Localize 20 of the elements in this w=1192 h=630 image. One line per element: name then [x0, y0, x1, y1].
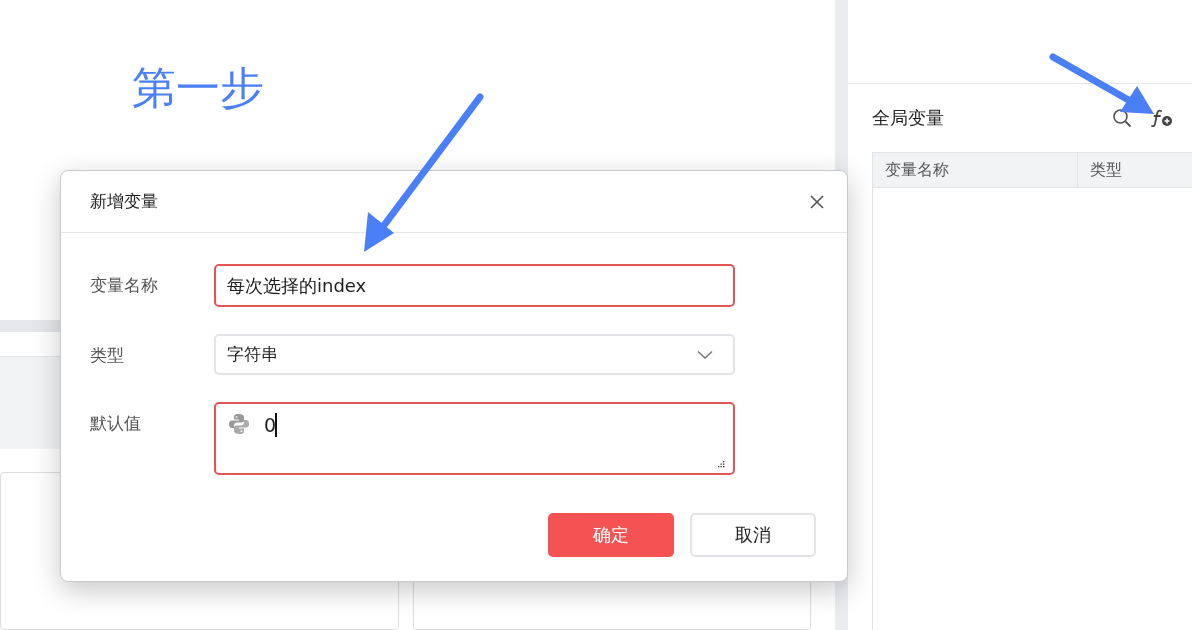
- field-label: 变量名称: [90, 274, 159, 297]
- cancel-button[interactable]: 取消: [690, 513, 816, 557]
- panel-title: 全局变量: [872, 106, 944, 130]
- dropdown-value: 字符串: [227, 343, 278, 366]
- column-header: 类型: [1089, 158, 1123, 181]
- type-dropdown[interactable]: 字符串: [214, 334, 735, 375]
- dialog-title: 新增变量: [90, 190, 158, 213]
- input-field[interactable]: 每次选择的index: [214, 264, 735, 307]
- annotation-text: 第一步: [132, 62, 265, 115]
- search-icon[interactable]: [1112, 108, 1132, 128]
- code-text: 0: [264, 413, 277, 437]
- close-icon[interactable]: [809, 193, 825, 210]
- field-label: 类型: [90, 344, 125, 367]
- code-editor[interactable]: 0: [214, 402, 735, 475]
- add-function-icon[interactable]: [1150, 108, 1174, 128]
- field-label: 默认值: [90, 412, 142, 435]
- python-icon: [228, 413, 250, 435]
- chevron-down-icon: [697, 349, 713, 360]
- resize-handle-icon[interactable]: [716, 460, 725, 469]
- column-header: 变量名称: [873, 153, 1078, 187]
